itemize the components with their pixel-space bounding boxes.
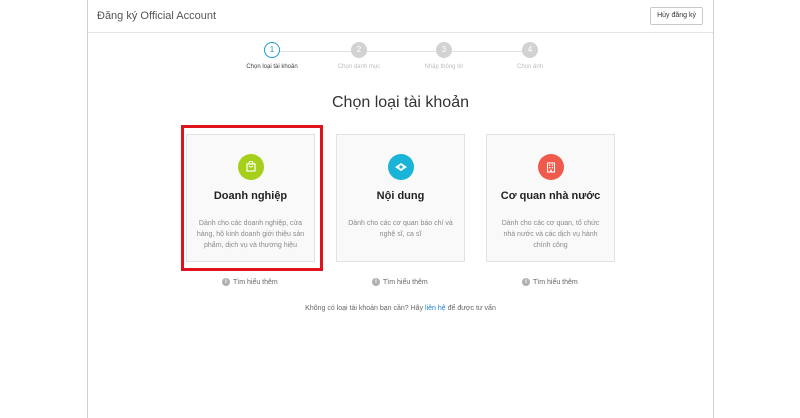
learn-more-label: Tìm hiểu thêm [233, 278, 278, 286]
learn-more-link-government[interactable]: i Tìm hiểu thêm [522, 278, 578, 286]
registration-window: Đăng ký Official Account Hủy đăng ký 1 C… [87, 0, 714, 418]
step-3-number: 3 [436, 42, 452, 58]
info-icon: i [522, 278, 530, 286]
card-title: Nội dung [376, 190, 425, 202]
learn-more-label: Tìm hiểu thêm [383, 278, 428, 286]
selection-highlight [181, 125, 323, 271]
page-title: Chọn loại tài khoản [332, 94, 469, 111]
step-3: 3 Nhập thông tin [404, 42, 484, 70]
step-1-label: Chọn loại tài khoản [246, 64, 298, 70]
step-4-number: 4 [522, 42, 538, 58]
card-description: Dành cho các cơ quan, tổ chức nhà nước v… [501, 220, 600, 249]
account-type-card-government[interactable]: Cơ quan nhà nước Dành cho các cơ quan, t… [486, 134, 615, 262]
account-type-card-content[interactable]: Nội dung Dành cho các cơ quan báo chí và… [336, 134, 465, 262]
learn-more-label: Tìm hiểu thêm [533, 278, 578, 286]
government-building-icon [537, 154, 564, 180]
step-3-label: Nhập thông tin [424, 64, 464, 70]
page-header-title: Đăng ký Official Account [97, 10, 217, 22]
step-1-number: 1 [264, 42, 280, 58]
contact-note-suffix: để được tư vấn [447, 305, 496, 312]
step-2-label: Chọn danh mục [337, 64, 381, 70]
learn-more-link-content[interactable]: i Tìm hiểu thêm [372, 278, 428, 286]
card-description: Dành cho các cơ quan báo chí và nghệ sĩ,… [348, 220, 453, 238]
contact-note: Không có loại tài khoản bạn cần? Hãy liê… [88, 305, 713, 312]
card-title: Cơ quan nhà nước [500, 190, 601, 202]
step-4: 4 Chọn ảnh [490, 42, 570, 70]
header-bar: Đăng ký Official Account Hủy đăng ký [88, 0, 713, 33]
info-icon: i [372, 278, 380, 286]
step-4-label: Chọn ảnh [516, 64, 544, 70]
progress-stepper: 1 Chọn loại tài khoản 2 Chọn danh mục 3 … [88, 42, 713, 78]
info-icon: i [222, 278, 230, 286]
contact-note-prefix: Không có loại tài khoản bạn cần? Hãy [305, 305, 424, 312]
learn-more-link-business[interactable]: i Tìm hiểu thêm [222, 278, 278, 286]
step-2-number: 2 [351, 42, 367, 58]
contact-link[interactable]: liên hệ [425, 305, 446, 312]
step-1: 1 Chọn loại tài khoản [232, 42, 312, 70]
step-2: 2 Chọn danh mục [319, 42, 399, 70]
cancel-registration-button[interactable]: Hủy đăng ký [650, 7, 703, 25]
content-icon [387, 154, 414, 180]
